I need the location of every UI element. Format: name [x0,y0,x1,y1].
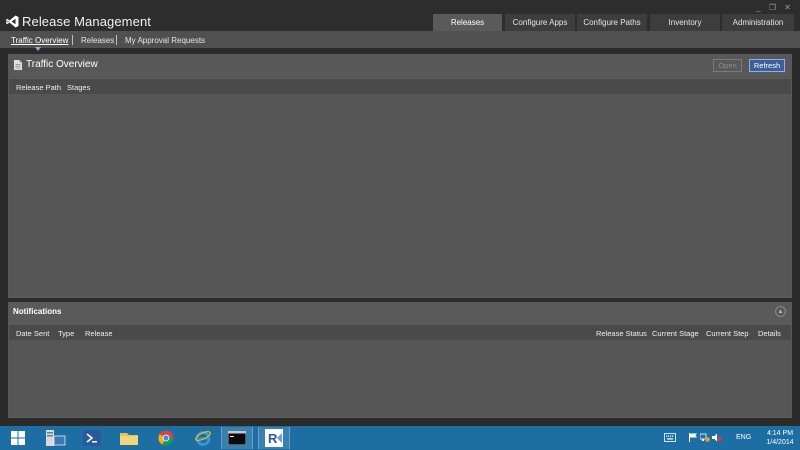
restore-button[interactable]: ❐ [769,3,779,12]
svg-text:R: R [268,431,278,446]
column-header-release-path[interactable]: Release Path [16,83,61,92]
start-icon [11,431,25,445]
tab-label: Inventory [668,18,702,27]
tab-label: Administration [732,18,784,27]
taskbar: R ENG 4:14 PM 1/4/2014 [0,426,800,450]
tab-inventory[interactable]: Inventory [650,14,720,31]
notifications-grid-header: Date Sent Type Release Release Status Cu… [9,325,791,340]
tab-configure-apps[interactable]: Configure Apps [505,14,575,31]
column-header-current-stage[interactable]: Current Stage [652,329,699,338]
chrome-icon [158,430,174,446]
column-header-details[interactable]: Details [758,329,781,338]
column-header-type[interactable]: Type [58,329,74,338]
notifications-title: Notifications [13,307,62,316]
release-management-icon: R [265,429,283,447]
internet-explorer-icon [195,431,211,446]
start-button[interactable] [2,427,34,449]
subnav-traffic-overview[interactable]: Traffic Overview [11,36,68,45]
command-prompt-icon [228,431,246,445]
tab-releases[interactable]: Releases [433,14,502,31]
close-button[interactable]: ✕ [784,3,794,12]
column-header-stages[interactable]: Stages [67,83,90,92]
taskbar-internet-explorer[interactable] [187,427,219,449]
tab-label: Configure Apps [512,18,568,27]
powershell-icon [83,430,101,446]
app-title: Release Management [22,14,151,29]
taskbar-command-prompt[interactable] [221,427,253,449]
notifications-panel: Notifications ▲ Date Sent Type Release R… [8,302,792,418]
traffic-overview-panel: Traffic Overview Open Refresh Release Pa… [8,54,792,298]
column-header-current-step[interactable]: Current Step [706,329,749,338]
tab-administration[interactable]: Administration [722,14,794,31]
traffic-grid-body [9,94,791,297]
taskbar-server-manager[interactable] [39,427,71,449]
panel-title: Traffic Overview [26,59,98,70]
active-subnav-indicator [35,47,41,51]
panel-header: Traffic Overview Open Refresh [8,54,792,78]
taskbar-powershell[interactable] [76,427,108,449]
keyboard-icon[interactable] [664,433,676,442]
refresh-button[interactable]: Refresh [749,59,785,72]
visual-studio-logo-icon [6,15,19,28]
column-header-release-status[interactable]: Release Status [596,329,647,338]
open-button[interactable]: Open [713,59,742,72]
minimize-button[interactable]: _ [756,3,763,12]
subnav-divider [72,35,73,45]
subnav-divider [116,35,117,45]
tab-label: Configure Paths [583,18,641,27]
taskbar-chrome[interactable] [150,427,182,449]
chevron-up-icon[interactable]: ▲ [775,306,786,317]
clock-date: 1/4/2014 [766,439,794,446]
title-bar: Release Management _ ❐ ✕ Releases Config… [0,0,800,31]
clock-time: 4:14 PM [766,430,794,437]
subnav-my-approval-requests[interactable]: My Approval Requests [125,36,205,45]
network-icon[interactable] [700,433,710,442]
tab-label: Releases [450,18,485,27]
system-tray: ENG 4:14 PM 1/4/2014 [660,426,800,450]
document-icon [14,60,22,70]
sub-navigation: Traffic Overview Releases My Approval Re… [0,31,800,48]
window-controls: _ ❐ ✕ [756,3,794,12]
volume-muted-icon[interactable] [712,433,722,442]
taskbar-release-management[interactable]: R [258,427,290,449]
notifications-grid-body [9,340,791,417]
server-manager-icon [46,430,66,446]
column-header-date-sent[interactable]: Date Sent [16,329,49,338]
tab-configure-paths[interactable]: Configure Paths [577,14,647,31]
input-language[interactable]: ENG [736,434,751,441]
traffic-grid-header: Release Path Stages [9,79,791,94]
column-header-release[interactable]: Release [85,329,113,338]
file-explorer-icon [120,433,138,445]
subnav-releases[interactable]: Releases [81,36,114,45]
clock[interactable]: 4:14 PM 1/4/2014 [760,429,800,447]
action-center-flag-icon[interactable] [688,433,698,442]
taskbar-file-explorer[interactable] [113,427,145,449]
